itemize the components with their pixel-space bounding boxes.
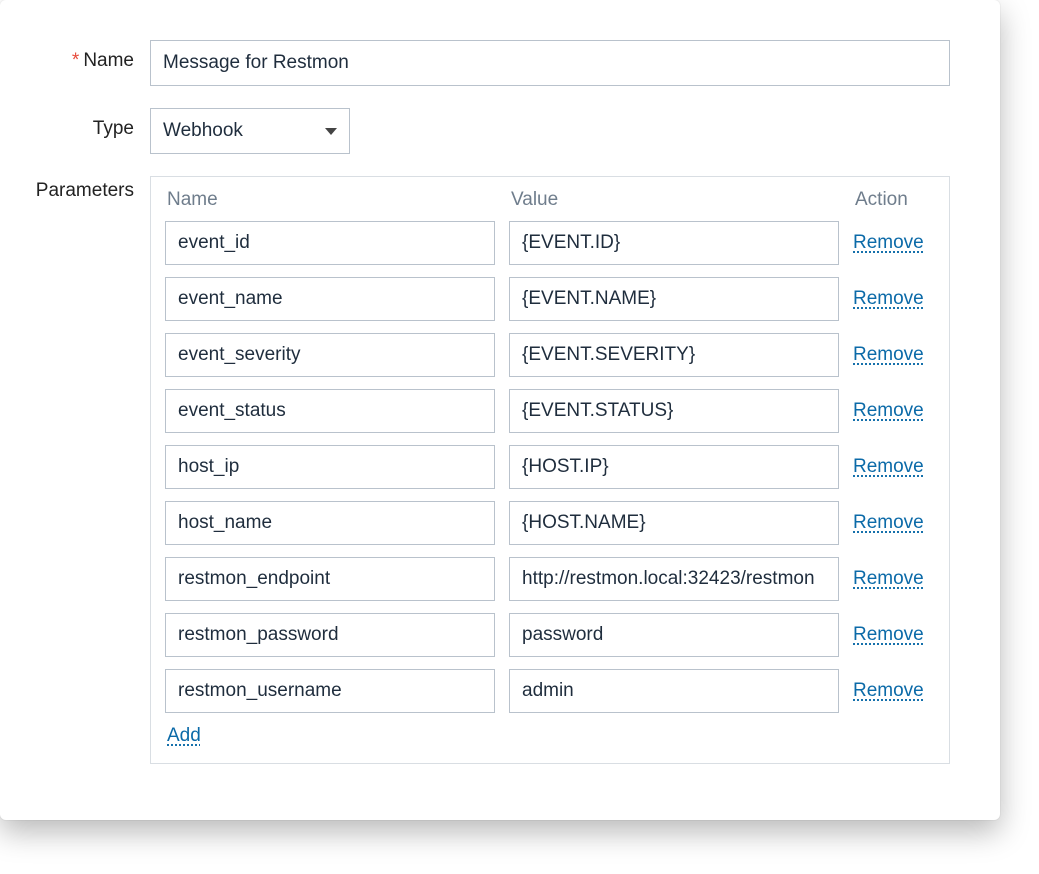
remove-link[interactable]: Remove [853, 512, 943, 534]
table-row: Remove [165, 557, 935, 601]
param-header-name: Name [167, 189, 497, 211]
param-name-input[interactable] [165, 501, 495, 545]
param-value-input[interactable] [509, 333, 839, 377]
type-control-wrap: Webhook [150, 108, 1000, 154]
param-value-input[interactable] [509, 277, 839, 321]
param-header-value: Value [511, 189, 841, 211]
row-type: Type Webhook [0, 108, 1000, 154]
table-row: Remove [165, 445, 935, 489]
parameters-box: Name Value Action RemoveRemoveRemoveRemo… [150, 176, 950, 764]
label-parameters: Parameters [0, 176, 150, 202]
label-name: *Name [0, 40, 150, 72]
remove-link[interactable]: Remove [853, 680, 943, 702]
table-row: Remove [165, 333, 935, 377]
remove-link[interactable]: Remove [853, 288, 943, 310]
param-value-input[interactable] [509, 501, 839, 545]
label-name-text: Name [83, 50, 134, 71]
param-header-action: Action [855, 189, 945, 211]
param-name-input[interactable] [165, 445, 495, 489]
label-parameters-text: Parameters [36, 180, 134, 201]
table-row: Remove [165, 613, 935, 657]
remove-link[interactable]: Remove [853, 624, 943, 646]
remove-link[interactable]: Remove [853, 456, 943, 478]
remove-link[interactable]: Remove [853, 400, 943, 422]
remove-link[interactable]: Remove [853, 568, 943, 590]
parameters-header: Name Value Action [165, 189, 935, 211]
table-row: Remove [165, 389, 935, 433]
table-row: Remove [165, 221, 935, 265]
param-name-input[interactable] [165, 221, 495, 265]
required-asterisk: * [72, 50, 79, 71]
param-value-input[interactable] [509, 613, 839, 657]
row-parameters: Parameters Name Value Action RemoveRemov… [0, 176, 1000, 764]
param-name-input[interactable] [165, 669, 495, 713]
add-link[interactable]: Add [167, 725, 201, 746]
param-name-input[interactable] [165, 389, 495, 433]
remove-link[interactable]: Remove [853, 344, 943, 366]
parameters-control-wrap: Name Value Action RemoveRemoveRemoveRemo… [150, 176, 950, 764]
param-name-input[interactable] [165, 613, 495, 657]
parameters-rows: Remove Remove Remove Remove Remove Remove Remo… [165, 221, 935, 713]
param-value-input[interactable] [509, 389, 839, 433]
row-name: *Name [0, 40, 1000, 86]
param-name-input[interactable] [165, 277, 495, 321]
param-name-input[interactable] [165, 333, 495, 377]
label-type-text: Type [93, 118, 134, 139]
param-value-input[interactable] [509, 445, 839, 489]
param-value-input[interactable] [509, 221, 839, 265]
chevron-down-icon [325, 128, 337, 135]
name-control-wrap [150, 40, 1000, 86]
param-name-input[interactable] [165, 557, 495, 601]
type-select[interactable]: Webhook [150, 108, 350, 154]
label-type: Type [0, 108, 150, 140]
param-value-input[interactable] [509, 669, 839, 713]
remove-link[interactable]: Remove [853, 232, 943, 254]
type-select-value: Webhook [163, 120, 243, 142]
type-select-wrap: Webhook [150, 108, 350, 154]
name-input[interactable] [150, 40, 950, 86]
table-row: Remove [165, 277, 935, 321]
config-panel: *Name Type Webhook Parameters N [0, 0, 1000, 820]
table-row: Remove [165, 669, 935, 713]
table-row: Remove [165, 501, 935, 545]
param-value-input[interactable] [509, 557, 839, 601]
add-row: Add [165, 725, 935, 747]
